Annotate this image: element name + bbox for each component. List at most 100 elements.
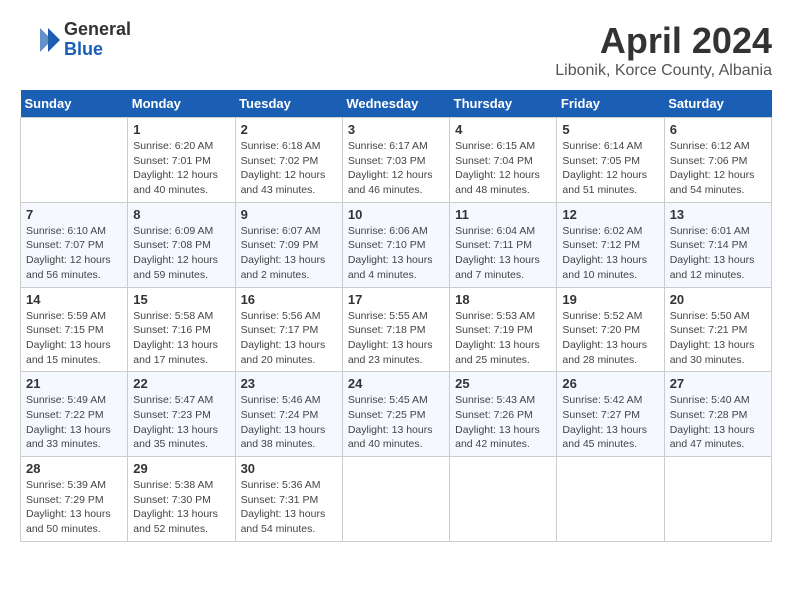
column-header-sunday: Sunday bbox=[21, 90, 128, 118]
calendar-cell bbox=[342, 457, 449, 542]
day-info: Sunrise: 5:56 AM Sunset: 7:17 PM Dayligh… bbox=[241, 309, 337, 368]
page-header: General Blue April 2024 Libonik, Korce C… bbox=[20, 20, 772, 80]
logo: General Blue bbox=[20, 20, 131, 60]
logo-blue: Blue bbox=[64, 40, 131, 60]
column-header-thursday: Thursday bbox=[450, 90, 557, 118]
day-number: 25 bbox=[455, 376, 551, 391]
day-info: Sunrise: 5:39 AM Sunset: 7:29 PM Dayligh… bbox=[26, 478, 122, 537]
calendar-cell: 5 Sunrise: 6:14 AM Sunset: 7:05 PM Daylig… bbox=[557, 118, 664, 203]
day-number: 26 bbox=[562, 376, 658, 391]
day-number: 22 bbox=[133, 376, 229, 391]
day-number: 28 bbox=[26, 461, 122, 476]
day-number: 6 bbox=[670, 122, 766, 137]
day-info: Sunrise: 5:58 AM Sunset: 7:16 PM Dayligh… bbox=[133, 309, 229, 368]
calendar-cell: 13 Sunrise: 6:01 AM Sunset: 7:14 PM Dayli… bbox=[664, 202, 771, 287]
calendar-cell: 7 Sunrise: 6:10 AM Sunset: 7:07 PM Daylig… bbox=[21, 202, 128, 287]
day-info: Sunrise: 5:42 AM Sunset: 7:27 PM Dayligh… bbox=[562, 393, 658, 452]
logo-general: General bbox=[64, 20, 131, 40]
day-number: 21 bbox=[26, 376, 122, 391]
day-number: 2 bbox=[241, 122, 337, 137]
day-info: Sunrise: 6:14 AM Sunset: 7:05 PM Dayligh… bbox=[562, 139, 658, 198]
location: Libonik, Korce County, Albania bbox=[555, 62, 772, 80]
calendar-cell: 8Sunrise: 6:09 AM Sunset: 7:08 PM Daylig… bbox=[128, 202, 235, 287]
calendar-table: SundayMondayTuesdayWednesdayThursdayFrid… bbox=[20, 90, 772, 542]
calendar-cell: 17 Sunrise: 5:55 AM Sunset: 7:18 PM Dayli… bbox=[342, 287, 449, 372]
day-info: Sunrise: 6:01 AM Sunset: 7:14 PM Dayligh… bbox=[670, 224, 766, 283]
day-info: Sunrise: 5:49 AM Sunset: 7:22 PM Dayligh… bbox=[26, 393, 122, 452]
calendar-cell: 19 Sunrise: 5:52 AM Sunset: 7:20 PM Dayli… bbox=[557, 287, 664, 372]
day-number: 18 bbox=[455, 292, 551, 307]
day-number: 7 bbox=[26, 207, 122, 222]
calendar-cell: 27Sunrise: 5:40 AM Sunset: 7:28 PM Dayli… bbox=[664, 372, 771, 457]
calendar-cell: 24 Sunrise: 5:45 AM Sunset: 7:25 PM Dayli… bbox=[342, 372, 449, 457]
calendar-cell bbox=[664, 457, 771, 542]
day-number: 29 bbox=[133, 461, 229, 476]
calendar-cell: 2 Sunrise: 6:18 AM Sunset: 7:02 PM Daylig… bbox=[235, 118, 342, 203]
column-header-tuesday: Tuesday bbox=[235, 90, 342, 118]
logo-icon bbox=[20, 20, 60, 60]
day-number: 15 bbox=[133, 292, 229, 307]
calendar-cell: 1 Sunrise: 6:20 AM Sunset: 7:01 PM Daylig… bbox=[128, 118, 235, 203]
day-number: 13 bbox=[670, 207, 766, 222]
day-info: Sunrise: 5:53 AM Sunset: 7:19 PM Dayligh… bbox=[455, 309, 551, 368]
day-info: Sunrise: 5:40 AM Sunset: 7:28 PM Dayligh… bbox=[670, 393, 766, 452]
day-info: Sunrise: 6:09 AM Sunset: 7:08 PM Dayligh… bbox=[133, 224, 229, 283]
column-header-wednesday: Wednesday bbox=[342, 90, 449, 118]
month-year: April 2024 bbox=[555, 20, 772, 62]
day-number: 9 bbox=[241, 207, 337, 222]
column-header-monday: Monday bbox=[128, 90, 235, 118]
calendar-cell: 15 Sunrise: 5:58 AM Sunset: 7:16 PM Dayli… bbox=[128, 287, 235, 372]
day-info: Sunrise: 6:07 AM Sunset: 7:09 PM Dayligh… bbox=[241, 224, 337, 283]
calendar-week-1: 1 Sunrise: 6:20 AM Sunset: 7:01 PM Daylig… bbox=[21, 118, 772, 203]
day-info: Sunrise: 6:06 AM Sunset: 7:10 PM Dayligh… bbox=[348, 224, 444, 283]
day-info: Sunrise: 5:59 AM Sunset: 7:15 PM Dayligh… bbox=[26, 309, 122, 368]
calendar-cell bbox=[450, 457, 557, 542]
day-number: 17 bbox=[348, 292, 444, 307]
calendar-cell: 29 Sunrise: 5:38 AM Sunset: 7:30 PM Dayli… bbox=[128, 457, 235, 542]
day-info: Sunrise: 6:12 AM Sunset: 7:06 PM Dayligh… bbox=[670, 139, 766, 198]
day-number: 10 bbox=[348, 207, 444, 222]
day-info: Sunrise: 5:36 AM Sunset: 7:31 PM Dayligh… bbox=[241, 478, 337, 537]
calendar-cell: 30 Sunrise: 5:36 AM Sunset: 7:31 PM Dayli… bbox=[235, 457, 342, 542]
calendar-cell: 11 Sunrise: 6:04 AM Sunset: 7:11 PM Dayli… bbox=[450, 202, 557, 287]
day-info: Sunrise: 6:20 AM Sunset: 7:01 PM Dayligh… bbox=[133, 139, 229, 198]
calendar-cell: 4Sunrise: 6:15 AM Sunset: 7:04 PM Daylig… bbox=[450, 118, 557, 203]
day-number: 30 bbox=[241, 461, 337, 476]
calendar-cell: 16 Sunrise: 5:56 AM Sunset: 7:17 PM Dayli… bbox=[235, 287, 342, 372]
day-number: 4 bbox=[455, 122, 551, 137]
calendar-cell bbox=[557, 457, 664, 542]
calendar-cell: 6 Sunrise: 6:12 AM Sunset: 7:06 PM Daylig… bbox=[664, 118, 771, 203]
day-number: 5 bbox=[562, 122, 658, 137]
calendar-cell: 25Sunrise: 5:43 AM Sunset: 7:26 PM Dayli… bbox=[450, 372, 557, 457]
calendar-cell: 3Sunrise: 6:17 AM Sunset: 7:03 PM Daylig… bbox=[342, 118, 449, 203]
column-header-friday: Friday bbox=[557, 90, 664, 118]
day-info: Sunrise: 6:04 AM Sunset: 7:11 PM Dayligh… bbox=[455, 224, 551, 283]
day-number: 3 bbox=[348, 122, 444, 137]
day-number: 24 bbox=[348, 376, 444, 391]
calendar-cell: 18 Sunrise: 5:53 AM Sunset: 7:19 PM Dayli… bbox=[450, 287, 557, 372]
day-number: 1 bbox=[133, 122, 229, 137]
column-header-saturday: Saturday bbox=[664, 90, 771, 118]
day-info: Sunrise: 5:45 AM Sunset: 7:25 PM Dayligh… bbox=[348, 393, 444, 452]
calendar-cell: 26 Sunrise: 5:42 AM Sunset: 7:27 PM Dayli… bbox=[557, 372, 664, 457]
day-info: Sunrise: 5:47 AM Sunset: 7:23 PM Dayligh… bbox=[133, 393, 229, 452]
day-info: Sunrise: 6:18 AM Sunset: 7:02 PM Dayligh… bbox=[241, 139, 337, 198]
day-info: Sunrise: 5:52 AM Sunset: 7:20 PM Dayligh… bbox=[562, 309, 658, 368]
calendar-cell: 21 Sunrise: 5:49 AM Sunset: 7:22 PM Dayli… bbox=[21, 372, 128, 457]
calendar-week-4: 21 Sunrise: 5:49 AM Sunset: 7:22 PM Dayli… bbox=[21, 372, 772, 457]
day-number: 19 bbox=[562, 292, 658, 307]
title-block: April 2024 Libonik, Korce County, Albani… bbox=[555, 20, 772, 80]
day-info: Sunrise: 5:38 AM Sunset: 7:30 PM Dayligh… bbox=[133, 478, 229, 537]
calendar-cell: 12 Sunrise: 6:02 AM Sunset: 7:12 PM Dayli… bbox=[557, 202, 664, 287]
calendar-header-row: SundayMondayTuesdayWednesdayThursdayFrid… bbox=[21, 90, 772, 118]
day-number: 23 bbox=[241, 376, 337, 391]
calendar-cell: 23Sunrise: 5:46 AM Sunset: 7:24 PM Dayli… bbox=[235, 372, 342, 457]
day-number: 11 bbox=[455, 207, 551, 222]
day-info: Sunrise: 6:10 AM Sunset: 7:07 PM Dayligh… bbox=[26, 224, 122, 283]
day-info: Sunrise: 6:02 AM Sunset: 7:12 PM Dayligh… bbox=[562, 224, 658, 283]
day-number: 16 bbox=[241, 292, 337, 307]
calendar-cell: 9 Sunrise: 6:07 AM Sunset: 7:09 PM Daylig… bbox=[235, 202, 342, 287]
day-number: 12 bbox=[562, 207, 658, 222]
day-info: Sunrise: 5:55 AM Sunset: 7:18 PM Dayligh… bbox=[348, 309, 444, 368]
calendar-week-2: 7 Sunrise: 6:10 AM Sunset: 7:07 PM Daylig… bbox=[21, 202, 772, 287]
